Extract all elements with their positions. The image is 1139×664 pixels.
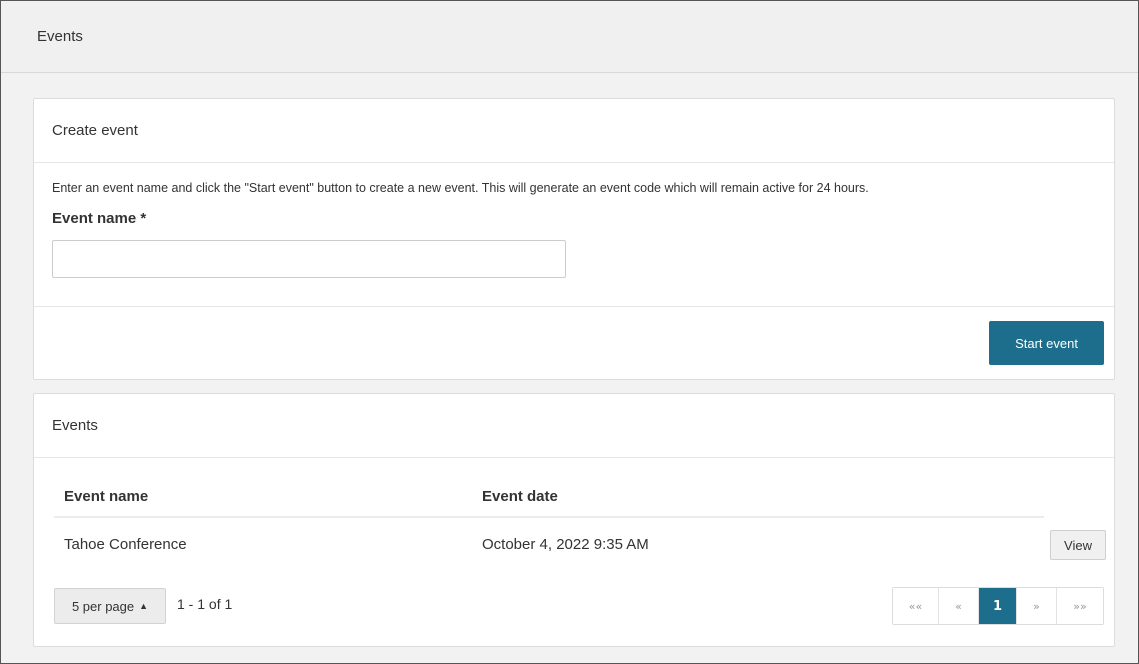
caret-up-icon: ▲ [139,601,149,611]
event-name-label-text: Event name [52,210,137,227]
event-date-cell: October 4, 2022 9:35 AM [482,535,649,553]
view-button[interactable]: View [1050,530,1106,560]
create-event-title: Create event [34,99,1114,163]
page-header: Events [1,1,1138,73]
app-frame: Events Create event Enter an event name … [0,0,1139,664]
column-header-event-date: Event date [482,487,558,505]
events-panel: Events Event name Event date Tahoe Confe… [33,393,1115,647]
required-marker: * [140,210,147,227]
create-event-footer: Start event [34,307,1114,379]
events-panel-title: Events [34,394,1114,458]
table-row: Tahoe Conference October 4, 2022 9:35 AM… [54,518,1106,570]
event-name-input[interactable] [52,240,566,278]
per-page-dropdown[interactable]: 5 per page ▲ [54,588,166,624]
table-header: Event name Event date [54,476,1044,518]
events-table: Event name Event date Tahoe Conference O… [54,476,1106,570]
pagination: «« « 1 » »» [892,587,1104,625]
page-title: Events [37,28,83,45]
previous-page-button[interactable]: « [939,588,979,624]
last-page-button[interactable]: »» [1057,588,1103,624]
event-name-label: Event name * [52,210,1096,227]
first-page-button[interactable]: «« [893,588,939,624]
pagination-range: 1 - 1 of 1 [177,596,233,612]
next-page-button[interactable]: » [1017,588,1057,624]
create-event-description: Enter an event name and click the "Start… [52,181,869,195]
start-event-button[interactable]: Start event [989,321,1104,365]
create-event-panel: Create event Enter an event name and cli… [33,98,1115,380]
per-page-label: 5 per page [71,598,135,614]
create-event-body: Enter an event name and click the "Start… [34,163,1114,307]
current-page-button[interactable]: 1 [979,588,1017,624]
event-name-cell: Tahoe Conference [64,535,187,553]
column-header-event-name: Event name [64,487,149,505]
